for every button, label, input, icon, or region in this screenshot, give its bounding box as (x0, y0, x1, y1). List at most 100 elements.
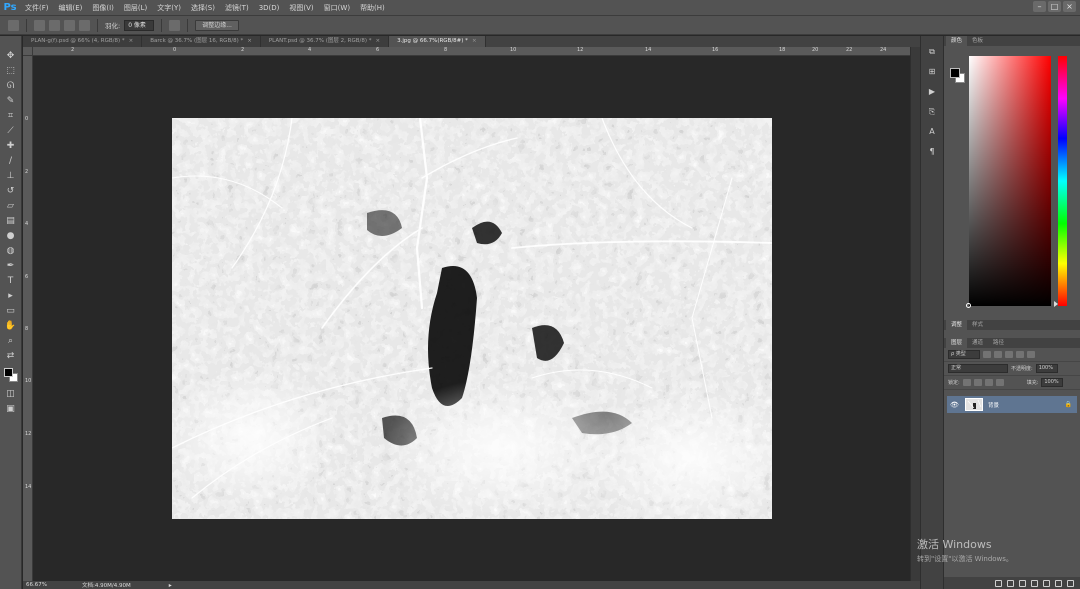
panel-foreground-swatch[interactable] (950, 68, 960, 78)
gradient-tool-icon[interactable]: ▤ (4, 215, 18, 227)
menu-view[interactable]: 视图(V) (284, 3, 318, 13)
menu-layer[interactable]: 图层(L) (119, 3, 152, 13)
menu-edit[interactable]: 编辑(E) (54, 3, 88, 13)
close-tab-icon[interactable]: × (247, 38, 252, 44)
new-selection-icon[interactable] (34, 19, 45, 31)
zoom-tool-icon[interactable]: ⌕ (4, 335, 18, 347)
eyedropper-tool-icon[interactable]: ⟋ (4, 125, 18, 137)
tab-layers[interactable]: 图层 (946, 338, 968, 348)
lasso-tool-preset-icon[interactable] (8, 19, 19, 31)
tab-plant[interactable]: PLANT.psd @ 36.7% (图层 2, RGB/8) * × (260, 36, 390, 47)
clone-stamp-tool-icon[interactable]: ⊥ (4, 170, 18, 182)
horizontal-ruler[interactable]: 2 0 2 4 6 8 10 12 14 16 18 20 22 24 (33, 47, 910, 56)
minimize-button[interactable]: – (1033, 1, 1046, 12)
add-mask-icon[interactable] (1019, 579, 1026, 587)
lock-pixels-icon[interactable] (973, 379, 982, 386)
pen-tool-icon[interactable]: ✒ (4, 260, 18, 272)
hue-slider[interactable] (1058, 56, 1067, 306)
intersect-selection-icon[interactable] (79, 19, 90, 31)
filter-shape-icon[interactable] (1016, 351, 1024, 358)
ruler-origin[interactable] (23, 47, 33, 56)
tab-swatches[interactable]: 色板 (967, 36, 988, 46)
vertical-scrollbar[interactable] (910, 47, 920, 581)
feather-input[interactable]: 0 像素 (124, 19, 155, 31)
tab-paths[interactable]: 路径 (988, 338, 1009, 348)
actions-panel-icon[interactable]: ▶ (925, 86, 939, 98)
menu-filter[interactable]: 滤镜(T) (220, 3, 254, 13)
filter-type-icon[interactable] (1005, 351, 1013, 358)
delete-layer-icon[interactable] (1067, 579, 1074, 587)
tab-plan[interactable]: PLAN-g(f).psd @ 66% (4, RGB/8) * × (23, 36, 143, 47)
brush-tool-icon[interactable]: ∕ (4, 155, 18, 167)
blur-tool-icon[interactable]: ● (4, 230, 18, 242)
history-brush-tool-icon[interactable]: ↺ (4, 185, 18, 197)
history-panel-icon[interactable]: ⧉ (925, 46, 939, 58)
blend-mode-select[interactable]: 正常 (948, 364, 1008, 373)
tab-channels[interactable]: 通道 (967, 338, 988, 348)
visibility-eye-icon[interactable]: 👁 (950, 401, 960, 409)
tab-barck[interactable]: Barck @ 36.7% (图层 16, RGB/8) * × (142, 36, 261, 47)
tab-3jpg[interactable]: 3.jpg @ 66.7%(RGB/8#) * × (389, 36, 486, 47)
canvas-area[interactable] (33, 56, 910, 581)
new-layer-icon[interactable] (1055, 579, 1062, 587)
menu-type[interactable]: 文字(Y) (152, 3, 186, 13)
tab-color[interactable]: 颜色 (946, 36, 968, 46)
marquee-tool-icon[interactable]: ⬚ (4, 65, 18, 77)
subtract-selection-icon[interactable] (64, 19, 75, 31)
anti-alias-icon[interactable] (169, 19, 181, 31)
close-tab-icon[interactable]: × (472, 38, 477, 44)
layer-name[interactable]: 背景 (988, 401, 1060, 409)
path-select-tool-icon[interactable]: ▸ (4, 290, 18, 302)
adjustment-layer-icon[interactable] (1031, 579, 1038, 587)
screen-mode-icon[interactable]: ▣ (4, 403, 18, 415)
tab-adjustments[interactable]: 调整 (946, 320, 968, 330)
layer-style-icon[interactable] (1007, 579, 1014, 587)
menu-3d[interactable]: 3D(D) (254, 4, 285, 12)
vertical-ruler[interactable]: 0 2 4 6 8 10 12 14 (23, 56, 33, 581)
tab-styles[interactable]: 样式 (967, 320, 988, 330)
filter-adjustment-icon[interactable] (994, 351, 1002, 358)
menu-help[interactable]: 帮助(H) (355, 3, 390, 13)
close-tab-icon[interactable]: × (375, 38, 380, 44)
document-image[interactable] (172, 118, 772, 519)
foreground-color-swatch[interactable] (3, 368, 13, 377)
default-colors-icon[interactable]: ⇄ (4, 350, 18, 362)
status-menu-arrow-icon[interactable]: ▸ (169, 582, 172, 589)
paragraph-panel-icon[interactable]: ¶ (925, 146, 939, 158)
opacity-input[interactable]: 100% (1035, 364, 1058, 373)
refine-edge-button[interactable]: 调整边缘... (195, 19, 239, 31)
character-panel-icon[interactable]: A (925, 126, 939, 138)
hand-tool-icon[interactable]: ✋ (4, 320, 18, 332)
link-layers-icon[interactable] (995, 579, 1002, 587)
menu-window[interactable]: 窗口(W) (319, 3, 355, 13)
menu-file[interactable]: 文件(F) (20, 3, 54, 13)
menu-image[interactable]: 图像(I) (87, 3, 119, 13)
menu-select[interactable]: 选择(S) (186, 3, 220, 13)
type-tool-icon[interactable]: T (4, 275, 18, 287)
color-picker-field[interactable] (969, 56, 1051, 306)
filter-pixel-icon[interactable] (983, 351, 991, 358)
zoom-level[interactable]: 66.67% (26, 582, 48, 588)
lock-all-icon[interactable] (995, 379, 1004, 386)
maximize-button[interactable]: □ (1048, 1, 1061, 12)
quick-select-tool-icon[interactable]: ✎ (4, 95, 18, 107)
layer-row-background[interactable]: 👁 背景 🔒 (947, 396, 1077, 413)
filter-smart-object-icon[interactable] (1027, 351, 1035, 358)
fill-input[interactable]: 100% (1041, 378, 1064, 387)
lock-position-icon[interactable] (984, 379, 993, 386)
close-button[interactable]: × (1063, 1, 1076, 12)
shape-tool-icon[interactable]: ▭ (4, 305, 18, 317)
layer-kind-select[interactable]: ρ 类型 (948, 350, 980, 359)
color-picker-cursor[interactable] (966, 303, 971, 308)
new-group-icon[interactable] (1043, 579, 1050, 587)
healing-brush-tool-icon[interactable]: ✚ (4, 140, 18, 152)
crop-tool-icon[interactable]: ⌗ (4, 110, 18, 122)
quick-mask-icon[interactable]: ◫ (4, 388, 18, 400)
properties-panel-icon[interactable]: ⊞ (925, 66, 939, 78)
lasso-tool-icon[interactable]: ᘏ (4, 80, 18, 92)
color-swatches[interactable] (3, 367, 19, 385)
add-selection-icon[interactable] (49, 19, 60, 31)
dodge-tool-icon[interactable]: ◍ (4, 245, 18, 257)
lock-transparent-icon[interactable] (962, 379, 971, 386)
hue-slider-handle[interactable] (1054, 301, 1058, 307)
